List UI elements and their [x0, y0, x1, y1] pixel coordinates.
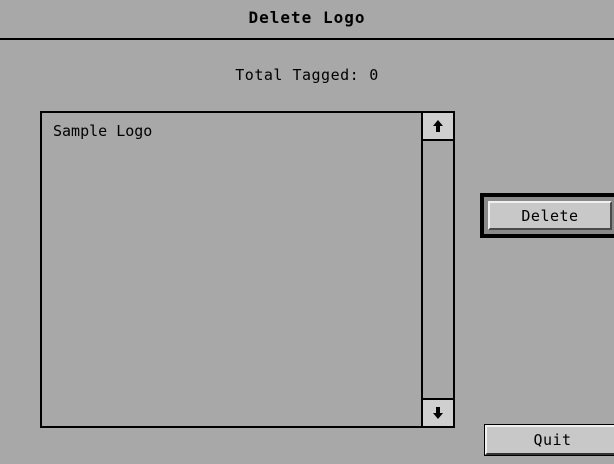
title-bar: Delete Logo [0, 0, 614, 40]
quit-button[interactable]: Quit [484, 424, 614, 456]
total-tagged-status: Total Tagged: 0 [0, 66, 614, 84]
logo-list-content[interactable]: Sample Logo [42, 113, 421, 426]
arrow-down-icon [433, 407, 443, 419]
total-tagged-label: Total Tagged: [235, 66, 360, 84]
quit-button-label: Quit [533, 431, 572, 449]
delete-button-label: Delete [488, 201, 612, 230]
arrow-up-icon [433, 120, 443, 132]
scroll-down-button[interactable] [423, 398, 453, 426]
logo-list[interactable]: Sample Logo [40, 111, 455, 428]
scroll-up-button[interactable] [423, 113, 453, 141]
window-title: Delete Logo [248, 8, 366, 27]
delete-button[interactable]: Delete [480, 193, 614, 238]
vertical-scrollbar[interactable] [421, 113, 453, 426]
total-tagged-count: 0 [369, 66, 379, 84]
list-item[interactable]: Sample Logo [53, 122, 152, 140]
